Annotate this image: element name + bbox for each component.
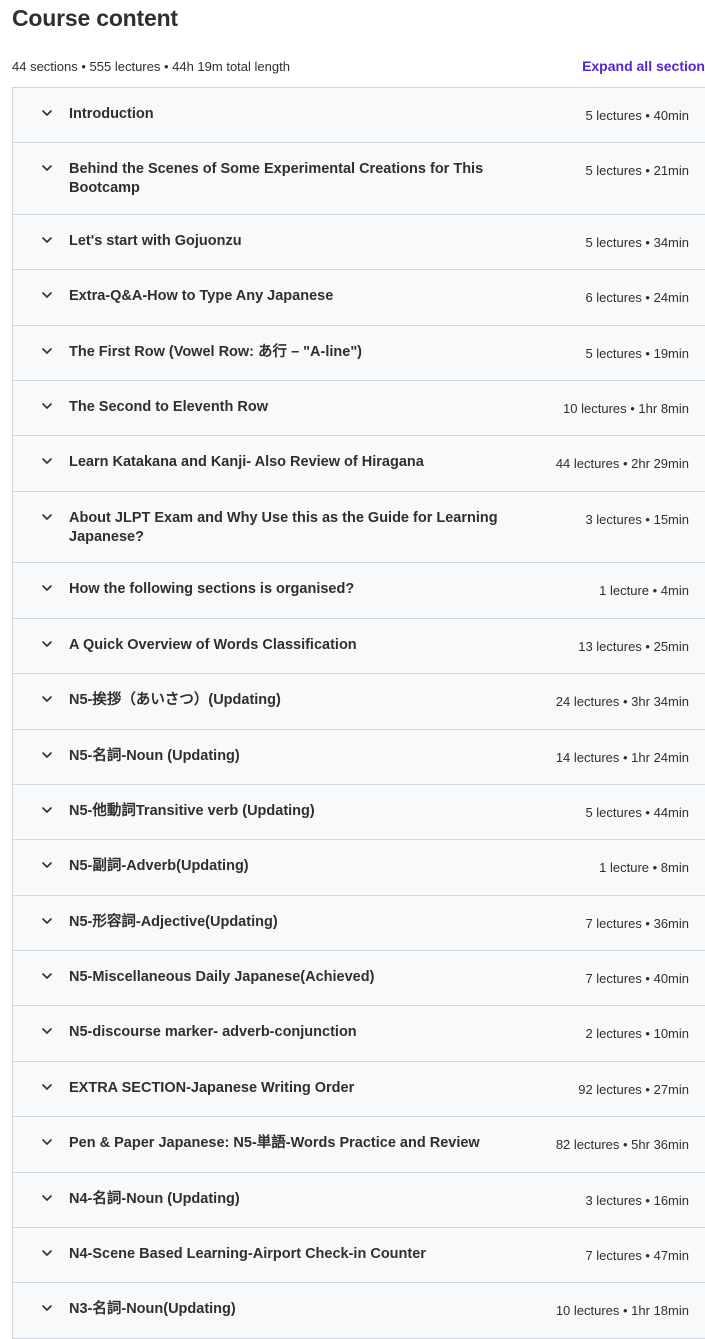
- section-row[interactable]: N5-Miscellaneous Daily Japanese(Achieved…: [13, 951, 705, 1007]
- section-row[interactable]: N5-名詞-Noun (Updating) 14 lectures • 1hr 2…: [13, 729, 705, 785]
- section-row[interactable]: Behind the Scenes of Some Experimental C…: [13, 143, 705, 215]
- chevron-down-icon: [41, 107, 53, 119]
- section-title: N5-Miscellaneous Daily Japanese(Achieved…: [69, 969, 375, 986]
- section-title: The Second to Eleventh Row: [69, 399, 268, 416]
- section-row[interactable]: How the following sections is organised?…: [13, 563, 705, 619]
- chevron-down-icon: [41, 638, 53, 650]
- section-title: N5-名詞-Noun (Updating): [69, 747, 240, 764]
- section-meta: 7 lectures • 40min: [585, 971, 689, 987]
- section-list: Introduction 5 lectures • 40min Behind the…: [12, 87, 705, 1339]
- chevron-down-icon: [41, 693, 53, 705]
- chevron-down-icon: [41, 234, 53, 246]
- section-row[interactable]: About JLPT Exam and Why Use this as the …: [13, 491, 705, 564]
- section-meta: 5 lectures • 40min: [585, 108, 689, 123]
- section-row[interactable]: EXTRA SECTION-Japanese Writing Order 92 l…: [13, 1061, 705, 1118]
- course-summary-bar: 44 sections • 555 lectures • 44h 19m tot…: [12, 58, 705, 76]
- section-title: N4-名詞-Noun (Updating): [69, 1190, 240, 1207]
- section-title: Extra-Q&A-How to Type Any Japanese: [69, 288, 334, 305]
- section-title: N5-他動詞Transitive verb (Updating): [69, 802, 315, 819]
- section-row[interactable]: Let's start with Gojuonzu 5 lectures • 34…: [13, 214, 705, 271]
- chevron-down-icon: [41, 400, 53, 412]
- section-meta: 5 lectures • 34min: [585, 234, 689, 250]
- section-meta: 92 lectures • 27min: [578, 1081, 689, 1097]
- chevron-down-icon: [41, 1081, 53, 1093]
- section-row[interactable]: N5-discourse marker- adverb-conjunction 2…: [13, 1006, 705, 1062]
- section-meta: 3 lectures • 16min: [585, 1192, 689, 1208]
- section-meta: 10 lectures • 1hr 8min: [563, 401, 689, 417]
- section-row[interactable]: Learn Katakana and Kanji- Also Review of…: [13, 436, 705, 492]
- chevron-down-icon: [41, 1025, 53, 1037]
- section-title: A Quick Overview of Words Classification: [69, 636, 357, 653]
- chevron-down-icon: [41, 1247, 53, 1259]
- section-row[interactable]: N5-挨拶（あいさつ）(Updating) 24 lectures • 3hr 3…: [13, 674, 705, 730]
- chevron-down-icon: [41, 1136, 53, 1148]
- section-row[interactable]: Introduction 5 lectures • 40min: [13, 88, 705, 144]
- section-row[interactable]: N4-Scene Based Learning-Airport Check-in…: [13, 1228, 705, 1284]
- section-title: Learn Katakana and Kanji- Also Review of…: [69, 454, 424, 471]
- section-meta: 5 lectures • 19min: [585, 345, 689, 361]
- section-meta: 7 lectures • 47min: [585, 1248, 689, 1264]
- section-meta: 44 lectures • 2hr 29min: [555, 456, 689, 472]
- chevron-down-icon: [41, 859, 53, 871]
- section-meta: 3 lectures • 15min: [585, 511, 689, 527]
- section-meta: 10 lectures • 1hr 18min: [555, 1303, 689, 1319]
- section-row[interactable]: Pen & Paper Japanese: N5-単語-Words Practi…: [13, 1117, 705, 1173]
- section-row[interactable]: Extra-Q&A-How to Type Any Japanese 6 lect…: [13, 270, 705, 326]
- chevron-down-icon: [41, 455, 53, 467]
- section-row[interactable]: N4-名詞-Noun (Updating) 3 lectures • 16min: [13, 1172, 705, 1229]
- section-title: N5-形容詞-Adjective(Updating): [69, 913, 278, 930]
- chevron-down-icon: [41, 749, 53, 761]
- chevron-down-icon: [41, 970, 53, 982]
- section-row[interactable]: N5-副詞-Adverb(Updating) 1 lecture • 8min: [13, 840, 705, 896]
- section-title: Pen & Paper Japanese: N5-単語-Words Practi…: [69, 1135, 480, 1152]
- section-meta: 14 lectures • 1hr 24min: [555, 749, 689, 765]
- section-meta: 1 lecture • 4min: [599, 583, 689, 599]
- section-title: N4-Scene Based Learning-Airport Check-in…: [69, 1246, 426, 1263]
- chevron-down-icon: [41, 511, 53, 523]
- section-meta: 2 lectures • 10min: [585, 1026, 689, 1042]
- chevron-down-icon: [41, 804, 53, 816]
- section-meta: 5 lectures • 21min: [585, 163, 689, 179]
- section-title: N5-副詞-Adverb(Updating): [69, 858, 249, 875]
- section-title: N5-discourse marker- adverb-conjunction: [69, 1024, 357, 1041]
- page-title: Course content: [12, 5, 178, 31]
- chevron-down-icon: [41, 162, 53, 174]
- section-row[interactable]: N3-名詞-Noun(Updating) 10 lectures • 1hr 18…: [13, 1283, 705, 1339]
- section-title: Behind the Scenes of Some Experimental C…: [69, 161, 484, 197]
- chevron-down-icon: [41, 289, 53, 301]
- expand-all-sections-button[interactable]: Expand all section: [582, 58, 705, 74]
- section-title: About JLPT Exam and Why Use this as the …: [69, 509, 498, 545]
- section-meta: 7 lectures • 36min: [585, 915, 689, 931]
- section-meta: 1 lecture • 8min: [599, 860, 689, 876]
- section-meta: 13 lectures • 25min: [578, 638, 689, 654]
- chevron-down-icon: [41, 1192, 53, 1204]
- section-row[interactable]: N5-形容詞-Adjective(Updating) 7 lectures • 3…: [13, 895, 705, 952]
- course-summary: 44 sections • 555 lectures • 44h 19m tot…: [12, 59, 290, 74]
- section-meta: 5 lectures • 44min: [585, 804, 689, 820]
- section-meta: 6 lectures • 24min: [585, 290, 689, 306]
- section-row[interactable]: N5-他動詞Transitive verb (Updating) 5 lectur…: [13, 784, 705, 841]
- section-title: EXTRA SECTION-Japanese Writing Order: [69, 1079, 355, 1096]
- section-title: How the following sections is organised?: [69, 581, 355, 598]
- section-title: The First Row (Vowel Row: あ行 – "A-line"): [69, 343, 363, 360]
- section-row[interactable]: The Second to Eleventh Row 10 lectures • …: [13, 381, 705, 437]
- chevron-down-icon: [41, 345, 53, 357]
- section-title: N3-名詞-Noun(Updating): [69, 1301, 236, 1318]
- section-row[interactable]: The First Row (Vowel Row: あ行 – "A-line")…: [13, 325, 705, 382]
- section-title: Let's start with Gojuonzu: [69, 232, 242, 249]
- section-meta: 82 lectures • 5hr 36min: [555, 1137, 689, 1153]
- chevron-down-icon: [41, 1302, 53, 1314]
- section-row[interactable]: A Quick Overview of Words Classification…: [13, 618, 705, 675]
- section-title: Introduction: [69, 106, 154, 122]
- section-title: N5-挨拶（あいさつ）(Updating): [69, 692, 281, 709]
- chevron-down-icon: [41, 915, 53, 927]
- section-meta: 24 lectures • 3hr 34min: [555, 694, 689, 710]
- chevron-down-icon: [41, 582, 53, 594]
